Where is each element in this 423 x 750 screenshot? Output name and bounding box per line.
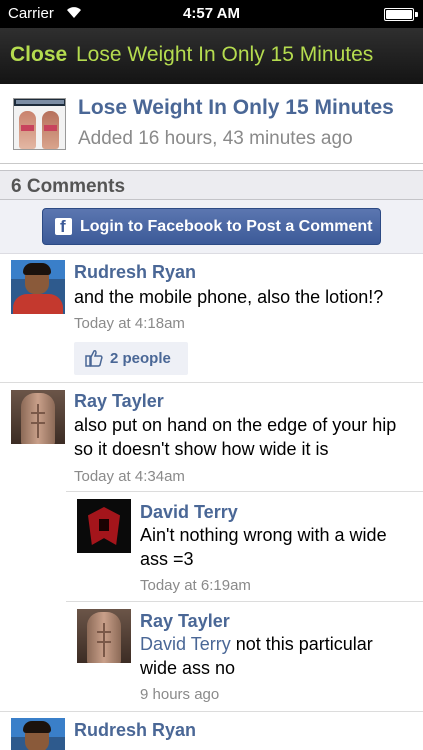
comment-author[interactable]: Ray Tayler — [74, 391, 164, 412]
reply-item: Ray Tayler David Terry not this particul… — [0, 602, 423, 710]
comment-item: Ray Tayler also put on hand on the edge … — [0, 383, 423, 491]
likes-button[interactable]: 2 people — [74, 342, 188, 375]
status-bar: Carrier 4:57 AM — [0, 0, 423, 28]
comment-text: also put on hand on the edge of your hip… — [74, 415, 397, 459]
facebook-icon: f — [55, 217, 72, 236]
comment-time: Today at 4:34am — [74, 468, 185, 485]
comment-item: Rudresh Ryan — [0, 712, 423, 750]
comment-author[interactable]: Rudresh Ryan — [74, 720, 196, 741]
comment-time: Today at 4:18am — [74, 315, 185, 332]
ray-avatar[interactable] — [77, 609, 131, 663]
battery-icon — [384, 8, 418, 21]
comments-count: 6 Comments — [11, 176, 126, 197]
rudresh-avatar[interactable] — [11, 718, 65, 750]
comment-item: Rudresh Ryan and the mobile phone, also … — [0, 254, 423, 383]
login-area: f Login to Facebook to Post a Comment — [0, 200, 423, 254]
mention-link[interactable]: David Terry — [140, 634, 231, 654]
reply-author[interactable]: Ray Tayler — [140, 611, 230, 632]
reply-time: 9 hours ago — [140, 686, 220, 703]
reply-item: David Terry Ain't nothing wrong with a w… — [0, 492, 423, 601]
reply-text: Ain't nothing wrong with a wide ass =3 — [140, 525, 387, 569]
clock-time: 4:57 AM — [183, 5, 240, 22]
thumbs-up-icon — [85, 350, 103, 367]
video-thumbnail[interactable] — [13, 98, 66, 150]
thumbnail-figure-before — [19, 111, 36, 149]
reply-time: Today at 6:19am — [140, 577, 251, 594]
facebook-login-label: Login to Facebook to Post a Comment — [80, 218, 373, 235]
comment-author[interactable]: Rudresh Ryan — [74, 262, 196, 283]
video-header: Lose Weight In Only 15 Minutes Added 16 … — [0, 84, 423, 164]
ray-avatar[interactable] — [11, 390, 65, 444]
nav-title: Lose Weight In Only 15 Minutes — [76, 43, 374, 66]
thumbnail-figure-after — [42, 111, 59, 149]
navigation-bar: Close Lose Weight In Only 15 Minutes — [0, 28, 423, 84]
comment-text: and the mobile phone, also the lotion!? — [74, 287, 384, 307]
david-avatar[interactable] — [77, 499, 131, 553]
close-button[interactable]: Close — [10, 43, 67, 67]
rudresh-avatar[interactable] — [11, 260, 65, 314]
battery-level — [386, 10, 412, 19]
video-added-time: Added 16 hours, 43 minutes ago — [78, 128, 353, 149]
thumbnail-banner — [16, 100, 64, 104]
comments-count-header: 6 Comments — [0, 170, 423, 200]
reply-author[interactable]: David Terry — [140, 502, 238, 523]
video-title[interactable]: Lose Weight In Only 15 Minutes — [78, 96, 408, 120]
likes-count: 2 people — [110, 350, 171, 367]
facebook-login-button[interactable]: f Login to Facebook to Post a Comment — [42, 208, 381, 245]
reply-text: David Terry not this particular wide ass… — [140, 632, 400, 680]
